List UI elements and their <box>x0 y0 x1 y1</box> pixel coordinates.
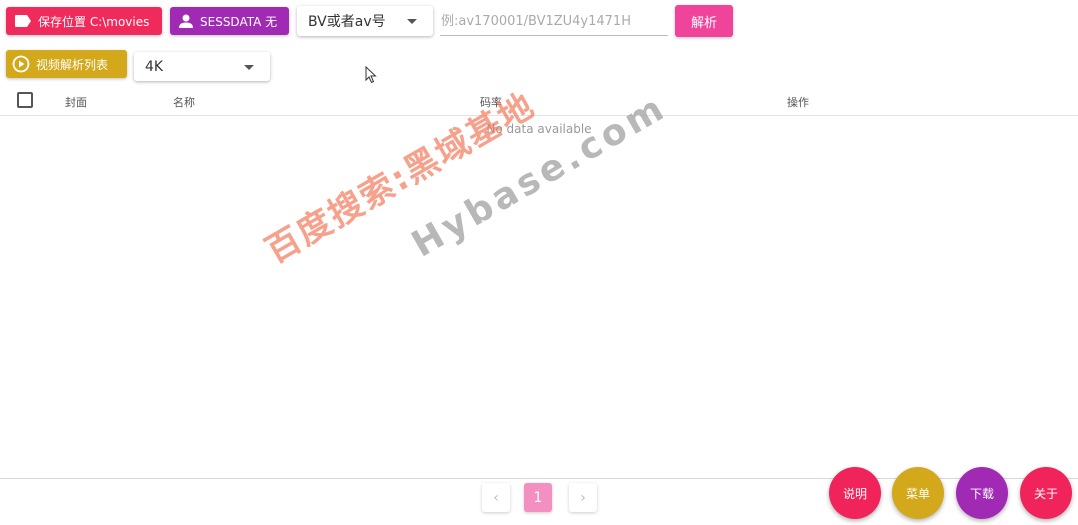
menu-fab-button[interactable]: 菜单 <box>892 467 944 519</box>
table-header: 封面 名称 码率 操作 <box>0 86 1078 116</box>
id-type-select-value: BV或者av号 <box>308 14 386 30</box>
help-fab-label: 说明 <box>842 486 867 501</box>
video-id-input[interactable] <box>440 8 668 36</box>
pagination-page-number: 1 <box>533 489 543 506</box>
menu-fab-label: 菜单 <box>905 486 930 501</box>
chevron-left-icon: ‹ <box>493 489 499 506</box>
pagination-page-button[interactable]: 1 <box>524 483 552 512</box>
sessdata-label: SESSDATA 无 <box>200 14 278 29</box>
save-location-button[interactable]: 保存位置 C:\movies <box>6 7 162 35</box>
column-header-actions[interactable]: 操作 <box>787 94 809 110</box>
download-fab-button[interactable]: 下载 <box>956 467 1008 519</box>
id-type-select[interactable]: BV或者av号 <box>297 6 433 36</box>
empty-table-message: No data available <box>486 122 592 136</box>
column-header-name[interactable]: 名称 <box>173 94 195 110</box>
about-fab-label: 关于 <box>1033 486 1058 501</box>
sessdata-button[interactable]: SESSDATA 无 <box>170 7 289 35</box>
chevron-down-icon <box>244 65 254 70</box>
column-header-cover[interactable]: 封面 <box>65 94 87 110</box>
help-fab-button[interactable]: 说明 <box>829 467 881 519</box>
video-list-label: 视频解析列表 <box>36 57 109 72</box>
quality-select[interactable]: 4K <box>134 52 270 81</box>
top-toolbar: 保存位置 C:\movies SESSDATA 无 BV或者av号 解析 <box>0 0 1078 44</box>
quality-select-value: 4K <box>145 58 164 75</box>
video-list-button[interactable]: 视频解析列表 <box>6 50 127 78</box>
pagination-next-button[interactable]: › <box>569 483 597 512</box>
about-fab-button[interactable]: 关于 <box>1020 467 1072 519</box>
parse-button[interactable]: 解析 <box>675 5 733 37</box>
label-tag-icon <box>14 14 32 28</box>
select-all-checkbox[interactable] <box>17 92 33 108</box>
parse-label: 解析 <box>690 15 717 31</box>
chevron-right-icon: › <box>580 489 586 506</box>
download-fab-label: 下载 <box>969 486 994 501</box>
chevron-down-icon <box>407 19 417 24</box>
save-location-label: 保存位置 C:\movies <box>38 14 150 29</box>
pagination-prev-button[interactable]: ‹ <box>482 483 510 512</box>
mouse-cursor-icon <box>365 65 377 88</box>
user-icon <box>178 13 194 29</box>
play-circle-icon <box>12 55 30 73</box>
